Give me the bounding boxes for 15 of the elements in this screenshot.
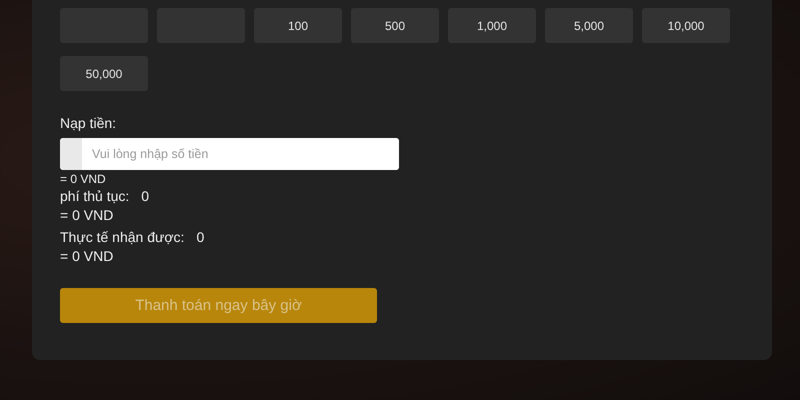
received-label: Thực tế nhận được: — [60, 229, 184, 245]
fee-label: phí thủ tục: — [60, 188, 130, 204]
received-value: 0 — [196, 229, 204, 245]
fee-converted: = 0 VND — [60, 207, 114, 223]
amount-button[interactable]: 1,000 — [448, 8, 536, 43]
amount-button[interactable]: 5,000 — [545, 8, 633, 43]
deposit-label: Nạp tiền: — [60, 115, 118, 131]
converted-amount: = 0 VND — [60, 172, 107, 186]
amount-input-field[interactable]: Vui lòng nhập số tiền — [60, 138, 399, 170]
fee-value: 0 — [141, 188, 150, 204]
amount-button[interactable]: 500 — [351, 8, 439, 43]
amount-button[interactable]: 100 — [254, 8, 342, 43]
amount-button[interactable]: 50,000 — [60, 56, 148, 91]
received-converted: = 0 VND — [60, 248, 114, 264]
amount-button[interactable]: 10,000 — [642, 8, 730, 43]
